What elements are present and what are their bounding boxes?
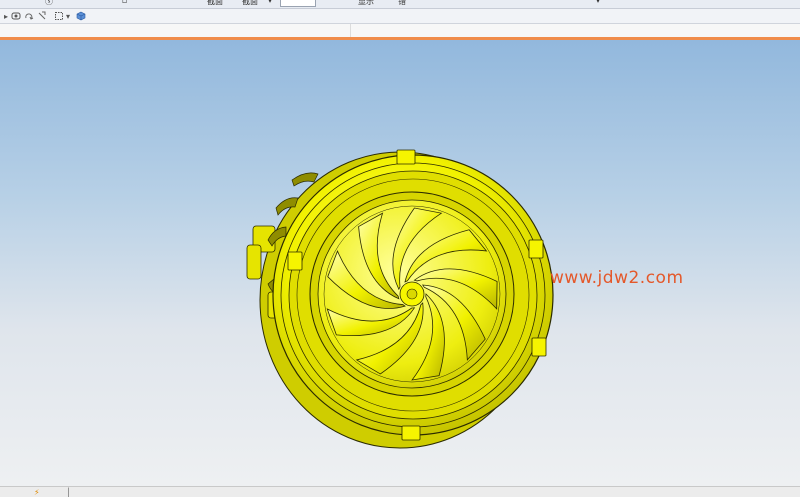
graphics-viewport[interactable]: www.jdw2.com — [0, 40, 800, 486]
select-box-icon[interactable] — [54, 11, 64, 21]
fan-impeller-model[interactable] — [0, 40, 800, 486]
select-dropdown-caret[interactable]: ▾ — [65, 11, 71, 21]
status-bar: ⚡ │ — [0, 486, 800, 497]
section-dropdown-caret[interactable]: ▾ — [268, 0, 272, 5]
pan-icon[interactable] — [37, 11, 47, 21]
impeller-hub — [399, 281, 425, 307]
section-label-b: 截面 — [242, 0, 258, 6]
section-value-input[interactable] — [280, 0, 316, 7]
watermark-text: www.jdw2.com — [550, 268, 684, 288]
mode-dropdown-caret[interactable]: ▾ — [596, 0, 600, 5]
display-label: 显示 — [358, 0, 374, 6]
top-toolbar: ⓢ ▫ 截面 截面 ▾ 显示 错 ▾ — [0, 0, 800, 9]
ribbon-divider — [350, 24, 351, 37]
view-cube-icon[interactable] — [76, 11, 86, 21]
rotate-icon[interactable] — [24, 11, 34, 21]
secondary-toolbar: ▸ ▾ — [0, 9, 800, 24]
section-label-a: 截面 — [207, 0, 223, 6]
toolbar-glyph-1[interactable]: ⓢ — [45, 0, 53, 7]
toolbar-separator-icon: ▸ — [3, 11, 8, 21]
mode-label: 错 — [398, 0, 406, 6]
snap-icon[interactable] — [11, 11, 21, 21]
ribbon-band — [0, 24, 800, 38]
toolbar-glyph-2[interactable]: ▫ — [122, 0, 127, 5]
